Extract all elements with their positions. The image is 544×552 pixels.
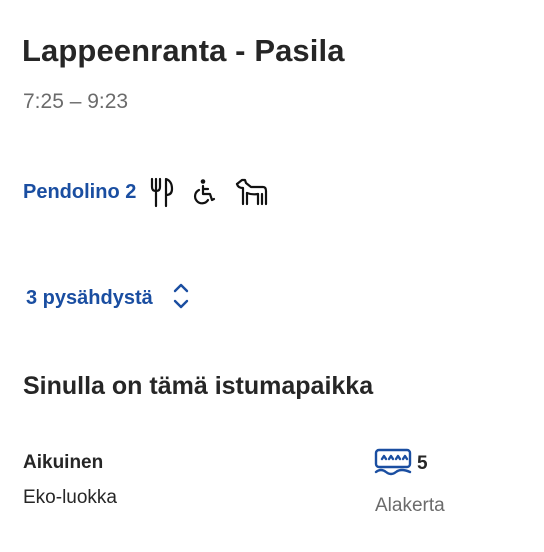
stops-count: 3 pysähdystä (26, 286, 153, 309)
route-title: Lappeenranta - Pasila (22, 33, 345, 68)
train-name: Pendolino 2 (23, 180, 137, 203)
passenger-type: Aikuinen (23, 452, 104, 473)
train-info: Pendolino 2 (23, 174, 286, 210)
seat-number: 5 (417, 453, 428, 474)
route-time: 7:25 – 9:23 (23, 90, 129, 113)
stops-toggle[interactable]: 3 pysähdystä (26, 280, 189, 316)
pet-icon (234, 178, 268, 206)
seat-section-title: Sinulla on tämä istumapaikka (23, 372, 374, 400)
deck-label: Alakerta (375, 495, 445, 516)
wheelchair-icon (192, 178, 216, 206)
seat-icon (374, 448, 412, 481)
seat-info: 5 (374, 448, 428, 481)
restaurant-icon (150, 176, 174, 208)
chevron-up-down-icon[interactable] (173, 281, 189, 316)
ticket-class: Eko-luokka (23, 487, 117, 508)
